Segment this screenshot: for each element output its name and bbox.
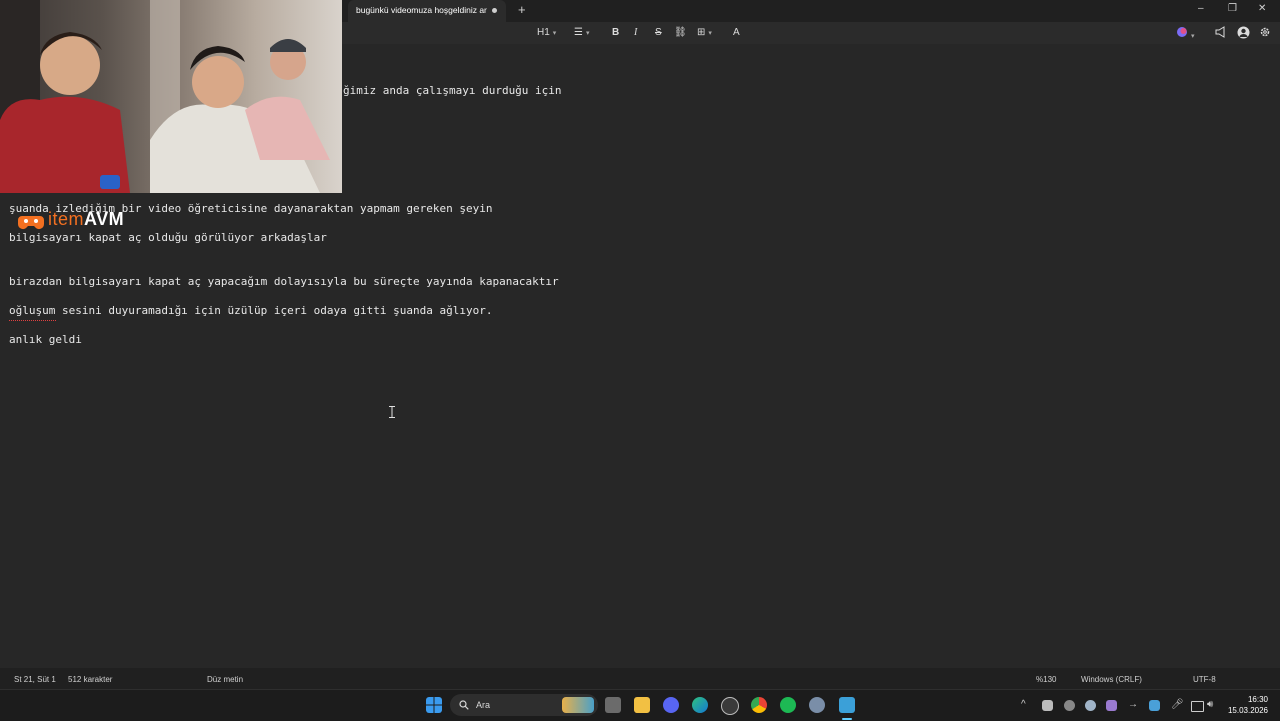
text-line: ğimiz anda çalışmayı durduğu için bbox=[343, 84, 562, 97]
restore-button[interactable]: ❐ bbox=[1228, 3, 1237, 14]
minimize-button[interactable]: – bbox=[1198, 3, 1204, 14]
file-explorer-icon[interactable] bbox=[634, 697, 650, 713]
logo-text: itemAVM bbox=[48, 209, 125, 229]
search-placeholder: Ara bbox=[476, 700, 491, 710]
webcam-overlay bbox=[0, 0, 342, 193]
chevron-down-icon: ▾ bbox=[1191, 33, 1195, 40]
table-dropdown[interactable]: ⊞ ▾ bbox=[697, 26, 712, 41]
taskbar-search[interactable]: Ara bbox=[450, 694, 598, 716]
feedback-button[interactable] bbox=[1215, 26, 1227, 43]
character-count: 512 karakter bbox=[68, 675, 113, 684]
list-icon: ☰ bbox=[574, 27, 583, 38]
zoom-level[interactable]: %130 bbox=[1036, 675, 1056, 684]
clock[interactable]: 16:30 15.03.2026 bbox=[1222, 694, 1268, 716]
encoding[interactable]: UTF-8 bbox=[1193, 675, 1216, 684]
avatar-icon bbox=[1237, 26, 1250, 39]
microphone-icon[interactable]: 🎤︎ bbox=[1171, 699, 1184, 710]
tray-overflow-icon[interactable]: ^ bbox=[1021, 699, 1026, 710]
spellcheck-underline bbox=[9, 318, 56, 321]
new-tab-button[interactable]: + bbox=[518, 3, 526, 17]
search-highlight-image bbox=[562, 697, 594, 713]
clock-date: 15.03.2026 bbox=[1227, 706, 1268, 715]
account-button[interactable] bbox=[1237, 26, 1250, 44]
gamepad-icon bbox=[18, 216, 44, 229]
strikethrough-button[interactable]: S bbox=[655, 26, 662, 40]
table-icon: ⊞ bbox=[697, 27, 706, 38]
tray-steam-icon[interactable] bbox=[1085, 700, 1096, 711]
taskbar: Ara ^ → 🎤︎ 🔊︎ 16:30 15.03.2026 bbox=[0, 689, 1280, 721]
display-icon[interactable] bbox=[1191, 701, 1204, 712]
copilot-icon bbox=[1177, 27, 1187, 37]
tray-discord-icon[interactable] bbox=[1042, 700, 1053, 711]
text-line: anlık geldi bbox=[9, 333, 82, 346]
tab-title: bugünkü videomuza hoşgeldiniz ar bbox=[356, 5, 487, 15]
search-icon bbox=[459, 700, 469, 710]
spotify-icon[interactable] bbox=[780, 697, 796, 713]
tray-network-icon[interactable] bbox=[1149, 700, 1160, 711]
heading-dropdown[interactable]: H1 ▾ bbox=[537, 26, 556, 41]
notepad-icon[interactable] bbox=[839, 697, 855, 713]
chevron-down-icon: ▾ bbox=[552, 30, 557, 37]
discord-icon[interactable] bbox=[663, 697, 679, 713]
edge-icon[interactable] bbox=[692, 697, 708, 713]
webcam-image bbox=[0, 0, 330, 193]
copilot-button[interactable]: ▾ bbox=[1176, 26, 1195, 44]
bold-button[interactable]: B bbox=[612, 26, 619, 40]
task-view-icon[interactable] bbox=[605, 697, 621, 713]
settings-app-icon[interactable] bbox=[809, 697, 825, 713]
tray-pen-icon[interactable] bbox=[1106, 700, 1117, 711]
text-line: bilgisayarı kapat aç olduğu görülüyor ar… bbox=[9, 231, 327, 244]
start-windows-icon[interactable] bbox=[426, 697, 442, 713]
megaphone-icon bbox=[1215, 26, 1225, 38]
volume-icon[interactable]: 🔊︎ bbox=[1207, 699, 1213, 710]
chrome-icon[interactable] bbox=[751, 697, 767, 713]
chevron-down-icon: ▾ bbox=[585, 30, 590, 37]
settings-button[interactable] bbox=[1259, 26, 1271, 43]
line-ending[interactable]: Windows (CRLF) bbox=[1081, 675, 1142, 684]
clock-time: 16:30 bbox=[1247, 695, 1268, 704]
clear-formatting-button[interactable]: A bbox=[733, 26, 740, 40]
italic-button[interactable]: I bbox=[634, 26, 637, 40]
link-button[interactable]: ⛓ bbox=[674, 26, 687, 40]
chevron-down-icon: ▾ bbox=[708, 30, 712, 37]
tray-app-icon[interactable] bbox=[1064, 700, 1075, 711]
text-cursor-icon bbox=[389, 406, 395, 418]
text-line: oğluşum sesini duyuramadığı için üzülüp … bbox=[9, 304, 493, 317]
status-bar: St 21, Süt 1 512 karakter Düz metin %130… bbox=[0, 668, 1280, 689]
tray-arrow-icon[interactable]: → bbox=[1128, 699, 1138, 710]
document-tab[interactable]: bugünkü videomuza hoşgeldiniz ar bbox=[348, 0, 506, 22]
app-icon[interactable] bbox=[721, 697, 739, 715]
close-button[interactable]: ✕ bbox=[1258, 3, 1266, 14]
gear-icon bbox=[1260, 27, 1270, 37]
format-mode[interactable]: Düz metin bbox=[207, 675, 243, 684]
text-line: birazdan bilgisayarı kapat aç yapacağım … bbox=[9, 275, 559, 288]
cursor-position[interactable]: St 21, Süt 1 bbox=[14, 675, 56, 684]
unsaved-dot-icon[interactable] bbox=[492, 8, 497, 13]
heading-label: H1 bbox=[537, 27, 550, 38]
list-dropdown[interactable]: ☰ ▾ bbox=[574, 26, 589, 41]
